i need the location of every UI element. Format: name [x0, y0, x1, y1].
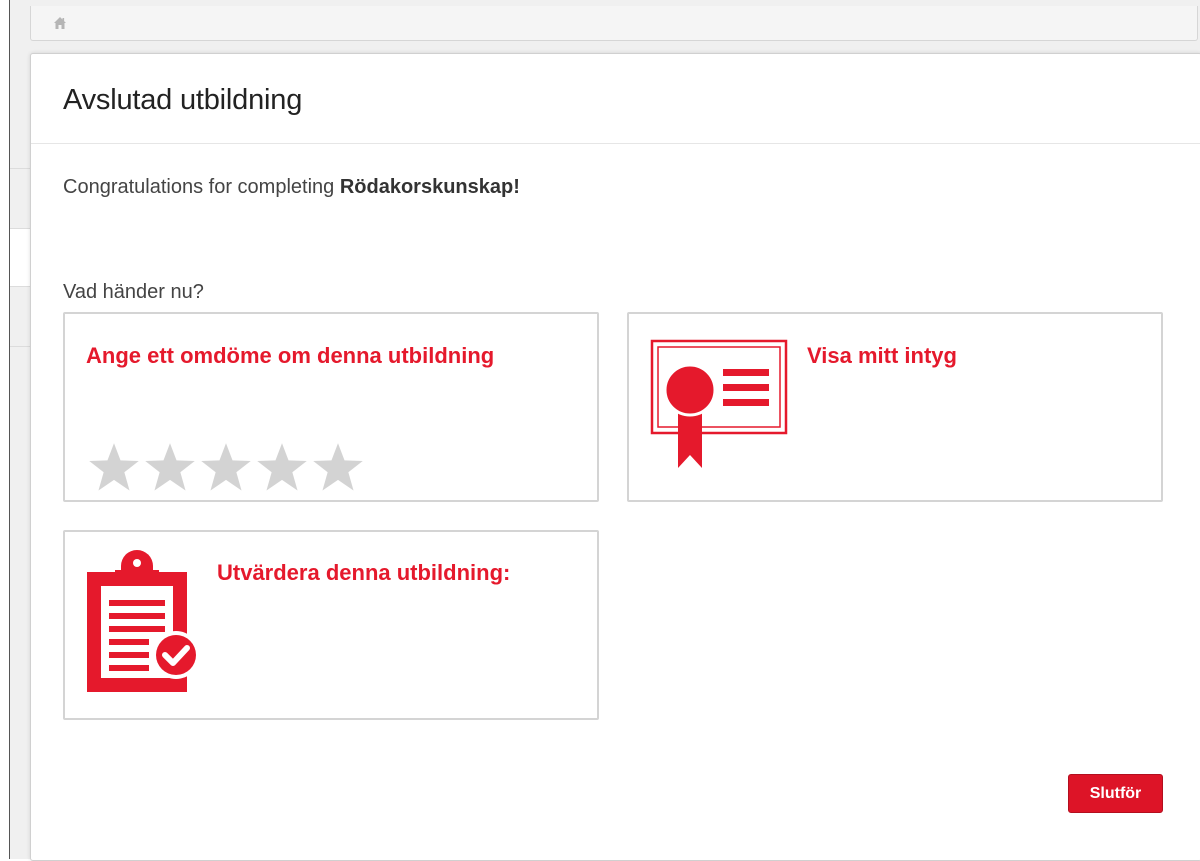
- dialog-title: Avslutad utbildning: [63, 84, 303, 116]
- completion-dialog: Avslutad utbildning Congratulations for …: [30, 53, 1200, 861]
- next-steps-label: Vad händer nu?: [63, 281, 204, 303]
- view-certificate-title: Visa mitt intyg: [807, 343, 957, 368]
- star-rating[interactable]: [87, 442, 365, 494]
- star-icon[interactable]: [255, 442, 309, 494]
- breadcrumb: [30, 6, 1198, 41]
- dialog-header-divider: [31, 143, 1200, 144]
- star-icon[interactable]: [87, 442, 141, 494]
- finish-button[interactable]: Slutför: [1068, 774, 1163, 813]
- evaluate-course-title: Utvärdera denna utbildning:: [217, 560, 511, 585]
- clipboard-check-icon: [87, 550, 200, 692]
- background-strip: [10, 228, 32, 286]
- star-icon[interactable]: [311, 442, 365, 494]
- background-divider: [10, 228, 32, 229]
- star-icon[interactable]: [143, 442, 197, 494]
- rate-course-card: Ange ett omdöme om denna utbildning: [63, 312, 599, 502]
- background-divider: [10, 286, 32, 287]
- view-certificate-card[interactable]: Visa mitt intyg: [627, 312, 1163, 502]
- certificate-icon: [650, 339, 788, 468]
- congratulations-message: Congratulations for completing Rödakorsk…: [63, 176, 520, 199]
- rate-course-title: Ange ett omdöme om denna utbildning: [86, 343, 495, 368]
- background-divider: [10, 346, 32, 347]
- background-divider: [10, 168, 32, 169]
- course-name: Rödakorskunskap!: [339, 176, 520, 198]
- evaluate-course-card[interactable]: Utvärdera denna utbildning:: [63, 530, 599, 720]
- star-icon[interactable]: [199, 442, 253, 494]
- home-icon[interactable]: [53, 16, 67, 30]
- congratulations-text: Congratulations for completing: [63, 176, 340, 198]
